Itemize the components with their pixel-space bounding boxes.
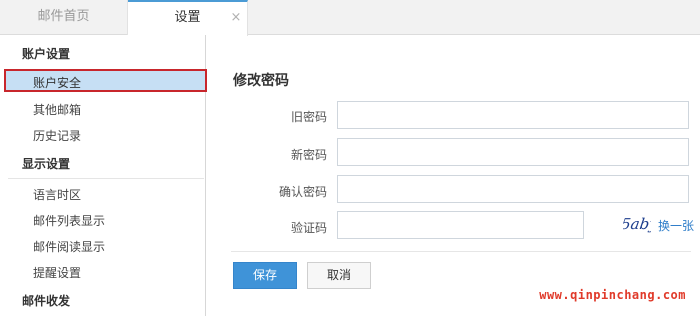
sidebar-item-other-mailboxes[interactable]: 其他邮箱: [33, 101, 81, 118]
sidebar-item-history[interactable]: 历史记录: [33, 127, 81, 144]
change-password-panel: 修改密码 旧密码 新密码 确认密码 验证码 5aby 换一张 保存 取消: [207, 35, 700, 316]
sidebar-item-reminder-settings[interactable]: 提醒设置: [33, 264, 81, 281]
old-password-field[interactable]: [337, 101, 689, 129]
captcha-text: 5aby: [623, 215, 651, 233]
sidebar-item-label: 账户安全: [33, 76, 82, 90]
close-icon[interactable]: ×: [230, 2, 242, 33]
sidebar-item-mail-list-display[interactable]: 邮件列表显示: [33, 212, 105, 229]
refresh-captcha-link[interactable]: 换一张: [658, 217, 694, 234]
old-password-label: 旧密码: [290, 110, 327, 124]
tab-settings[interactable]: 设置 ×: [128, 0, 248, 36]
sidebar-divider: [8, 178, 204, 179]
cancel-button[interactable]: 取消: [307, 262, 371, 289]
sidebar-item-language-timezone[interactable]: 语言时区: [33, 186, 81, 203]
section-title-display: 显示设置: [22, 157, 71, 171]
section-title-account: 账户设置: [22, 47, 71, 61]
captcha-field[interactable]: [337, 211, 584, 239]
sidebar-item-mail-reading-display[interactable]: 邮件阅读显示: [33, 238, 105, 255]
confirm-password-label: 确认密码: [278, 185, 327, 199]
settings-sidebar: 账户设置 账户安全 其他邮箱 历史记录 显示设置 语言时区 邮件列表显示 邮件阅…: [0, 35, 207, 316]
tab-bar: 邮件首页 设置 ×: [0, 0, 700, 36]
captcha-image: 5aby: [623, 215, 651, 233]
new-password-field[interactable]: [337, 138, 689, 166]
save-button[interactable]: 保存: [233, 262, 297, 289]
captcha-label: 验证码: [290, 221, 327, 235]
sidebar-item-account-security[interactable]: 账户安全: [4, 69, 207, 92]
confirm-password-field[interactable]: [337, 175, 689, 203]
new-password-label: 新密码: [290, 148, 327, 162]
form-divider: [231, 251, 691, 252]
watermark-text: www.qinpinchang.com: [539, 288, 686, 302]
section-title-send-receive: 邮件收发: [22, 294, 71, 308]
tab-mail-home[interactable]: 邮件首页: [0, 0, 128, 35]
page-title: 修改密码: [233, 73, 289, 89]
